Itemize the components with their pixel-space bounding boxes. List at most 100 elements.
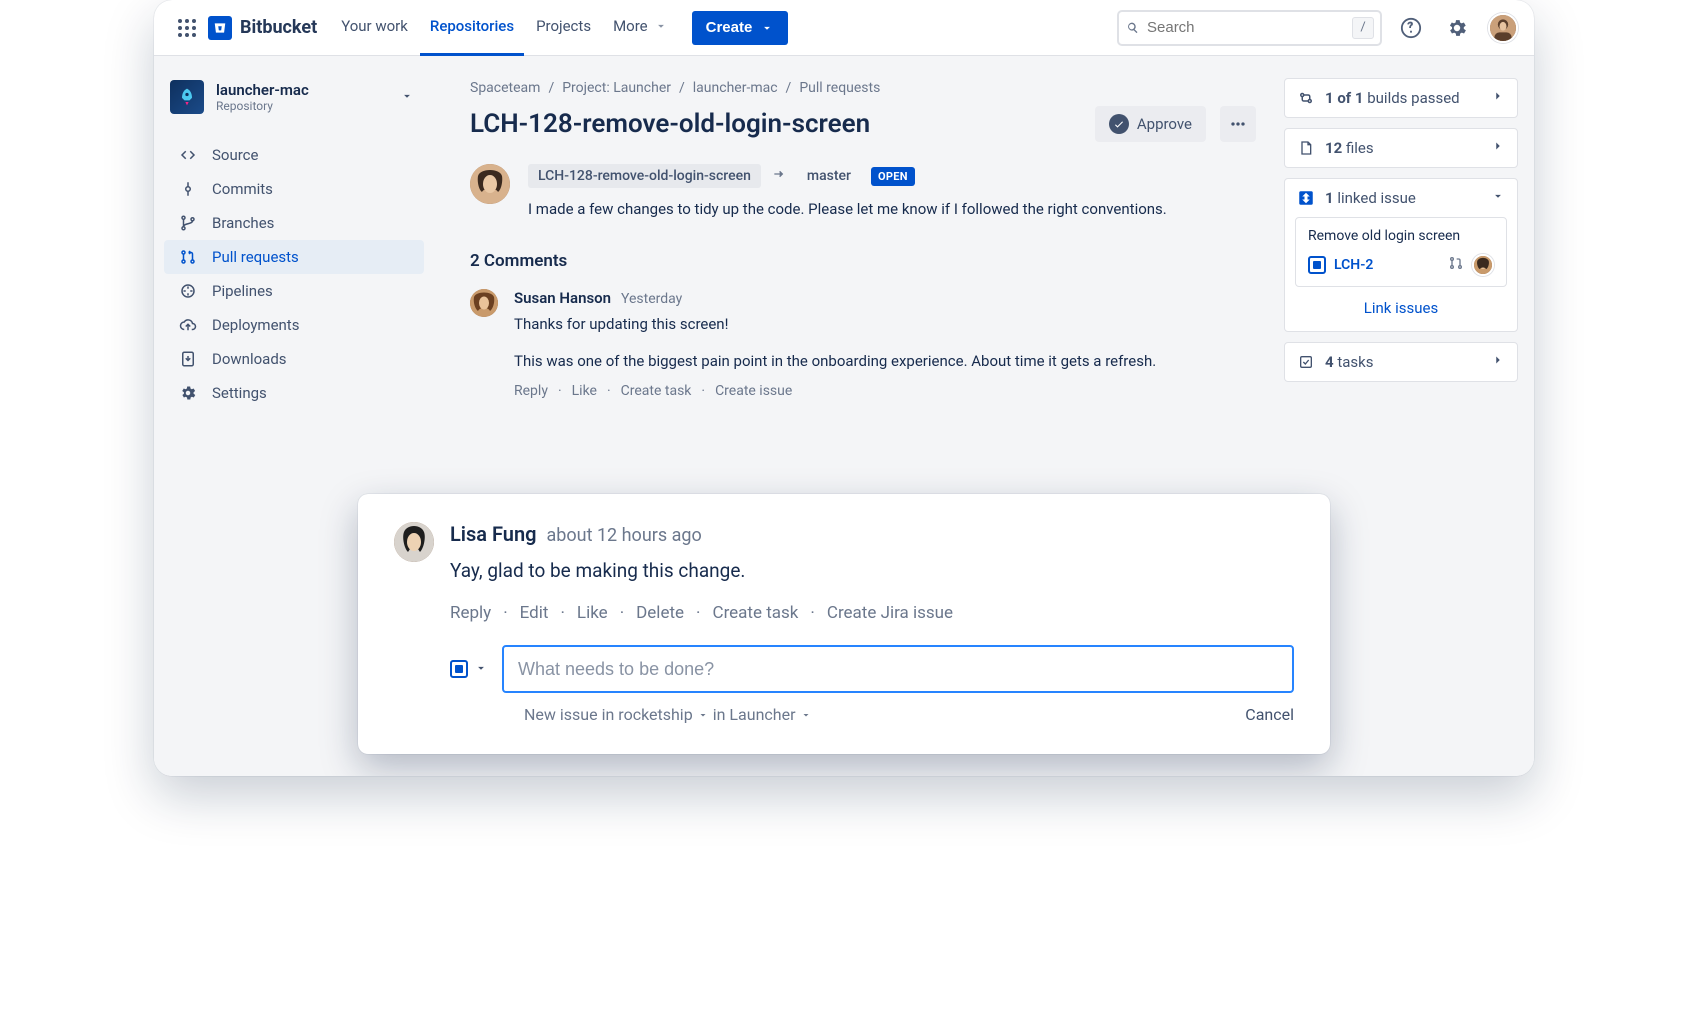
nav-projects-label: Projects xyxy=(536,17,591,35)
pipelines-icon xyxy=(178,282,198,300)
panel-files-text: 12 files xyxy=(1325,139,1374,157)
panel-builds-text: 1 of 1 builds passed xyxy=(1325,89,1460,107)
comment-action-create-task[interactable]: Create task xyxy=(713,603,799,623)
search-icon xyxy=(1125,20,1141,36)
project-picker[interactable]: rocketship xyxy=(618,705,708,724)
sidebar-item-pull-requests[interactable]: Pull requests xyxy=(164,240,424,274)
sidebar-item-settings[interactable]: Settings xyxy=(164,376,424,410)
sidebar-item-branches[interactable]: Branches xyxy=(164,206,424,240)
pr-state-lozenge: OPEN xyxy=(871,167,915,186)
sidebar-item-pipelines[interactable]: Pipelines xyxy=(164,274,424,308)
crumb[interactable]: Spaceteam xyxy=(470,80,540,96)
approve-button-label: Approve xyxy=(1137,115,1192,133)
search-shortcut-hint: / xyxy=(1352,17,1374,39)
comment-action-edit[interactable]: Edit xyxy=(520,603,549,623)
meta-in: in xyxy=(713,705,726,724)
comment-avatar[interactable] xyxy=(394,522,434,562)
sidebar-item-deployments[interactable]: Deployments xyxy=(164,308,424,342)
comment-action-like[interactable]: Like xyxy=(577,603,608,623)
inline-comment-card: Lisa Fung about 12 hours ago Yay, glad t… xyxy=(358,494,1330,754)
check-circle-icon xyxy=(1109,114,1129,134)
project-picker-label: rocketship xyxy=(618,705,692,724)
panel-files[interactable]: 12 files xyxy=(1284,128,1518,168)
chevron-down-icon xyxy=(654,19,668,33)
comment-time: Yesterday xyxy=(621,291,682,307)
create-button-label: Create xyxy=(706,19,753,36)
nav-your-work[interactable]: Your work xyxy=(331,0,418,56)
nav-projects[interactable]: Projects xyxy=(526,0,601,56)
approve-button[interactable]: Approve xyxy=(1095,106,1206,142)
nav-more-label: More xyxy=(613,17,648,35)
comment-text: This was one of the biggest pain point i… xyxy=(514,350,1194,373)
comment-avatar[interactable] xyxy=(470,289,498,317)
app-switcher-icon[interactable] xyxy=(170,11,204,45)
comment-action-create-task[interactable]: Create task xyxy=(621,383,692,399)
linked-issue-card[interactable]: Remove old login screen LCH-2 xyxy=(1295,217,1507,287)
comment-text: Yay, glad to be making this change. xyxy=(450,556,1130,585)
cloud-upload-icon xyxy=(178,316,198,334)
comment-author[interactable]: Lisa Fung xyxy=(450,522,537,546)
page-title: LCH-128-remove-old-login-screen xyxy=(470,109,1081,139)
link-issues-button[interactable]: Link issues xyxy=(1285,287,1517,317)
panel-builds[interactable]: 1 of 1 builds passed xyxy=(1284,78,1518,118)
create-button[interactable]: Create xyxy=(692,11,789,45)
crumb[interactable]: Project: Launcher xyxy=(562,80,671,96)
comment-actions: Reply Edit Like Delete Create task Creat… xyxy=(450,603,1294,623)
chevron-right-icon xyxy=(1491,89,1505,107)
comment-author[interactable]: Susan Hanson xyxy=(514,289,611,307)
nav-repositories[interactable]: Repositories xyxy=(420,0,524,56)
more-actions-button[interactable] xyxy=(1220,106,1256,142)
source-branch-chip[interactable]: LCH-128-remove-old-login-screen xyxy=(528,164,761,188)
comment-action-like[interactable]: Like xyxy=(572,383,597,399)
comment-action-reply[interactable]: Reply xyxy=(450,603,491,623)
comment-action-create-jira[interactable]: Create Jira issue xyxy=(827,603,953,623)
nav-more[interactable]: More xyxy=(603,0,678,56)
panel-tasks[interactable]: 4 tasks xyxy=(1284,342,1518,382)
issue-type-picker[interactable] xyxy=(450,660,488,679)
issue-type-icon xyxy=(450,660,468,678)
sidebar-item-label: Pipelines xyxy=(212,282,273,300)
assignee-avatar[interactable] xyxy=(1472,254,1494,276)
task-icon xyxy=(1297,354,1315,370)
cancel-button[interactable]: Cancel xyxy=(1245,705,1294,724)
sidebar-item-commits[interactable]: Commits xyxy=(164,172,424,206)
comment-action-delete[interactable]: Delete xyxy=(636,603,684,623)
crumb[interactable]: Pull requests xyxy=(799,80,880,96)
crumb[interactable]: launcher-mac xyxy=(693,80,778,96)
linked-issue-key[interactable]: LCH-2 xyxy=(1334,257,1373,273)
panel-linked-head[interactable]: 1 linked issue xyxy=(1285,179,1517,217)
repo-name: launcher-mac xyxy=(216,81,388,99)
sidebar-item-label: Settings xyxy=(212,384,267,402)
pr-description-block: LCH-128-remove-old-login-screen master O… xyxy=(470,164,1256,221)
help-icon[interactable] xyxy=(1394,11,1428,45)
chevron-right-icon xyxy=(1491,353,1505,371)
issue-type-icon xyxy=(1308,256,1326,274)
issue-summary-input[interactable] xyxy=(502,645,1294,693)
pull-request-icon xyxy=(178,248,198,266)
author-avatar[interactable] xyxy=(470,164,510,204)
branch-icon xyxy=(178,214,198,232)
pr-description: I made a few changes to tidy up the code… xyxy=(528,198,1168,221)
download-icon xyxy=(178,350,198,368)
container-picker[interactable]: Launcher xyxy=(729,705,811,724)
comment-action-create-issue[interactable]: Create issue xyxy=(715,383,792,399)
dest-branch-chip[interactable]: master xyxy=(797,164,861,188)
repo-context[interactable]: launcher-mac Repository xyxy=(164,74,424,130)
search-input[interactable] xyxy=(1147,19,1346,36)
sidebar-item-label: Branches xyxy=(212,214,274,232)
search-box[interactable]: / xyxy=(1117,10,1382,46)
nav-your-work-label: Your work xyxy=(341,17,408,35)
settings-icon[interactable] xyxy=(1440,11,1474,45)
brand[interactable]: Bitbucket xyxy=(208,16,317,40)
sidebar-item-downloads[interactable]: Downloads xyxy=(164,342,424,376)
comments-heading: 2 Comments xyxy=(470,251,1256,271)
pull-request-icon xyxy=(1448,255,1464,275)
comment-action-reply[interactable]: Reply xyxy=(514,383,548,399)
chevron-down-icon xyxy=(400,88,414,107)
sidebar-item-source[interactable]: Source xyxy=(164,138,424,172)
profile-avatar[interactable] xyxy=(1488,13,1518,43)
sidebar-item-label: Source xyxy=(212,146,258,164)
chevron-down-icon xyxy=(760,21,774,35)
create-issue-row xyxy=(450,645,1294,693)
nav-repositories-label: Repositories xyxy=(430,17,514,35)
